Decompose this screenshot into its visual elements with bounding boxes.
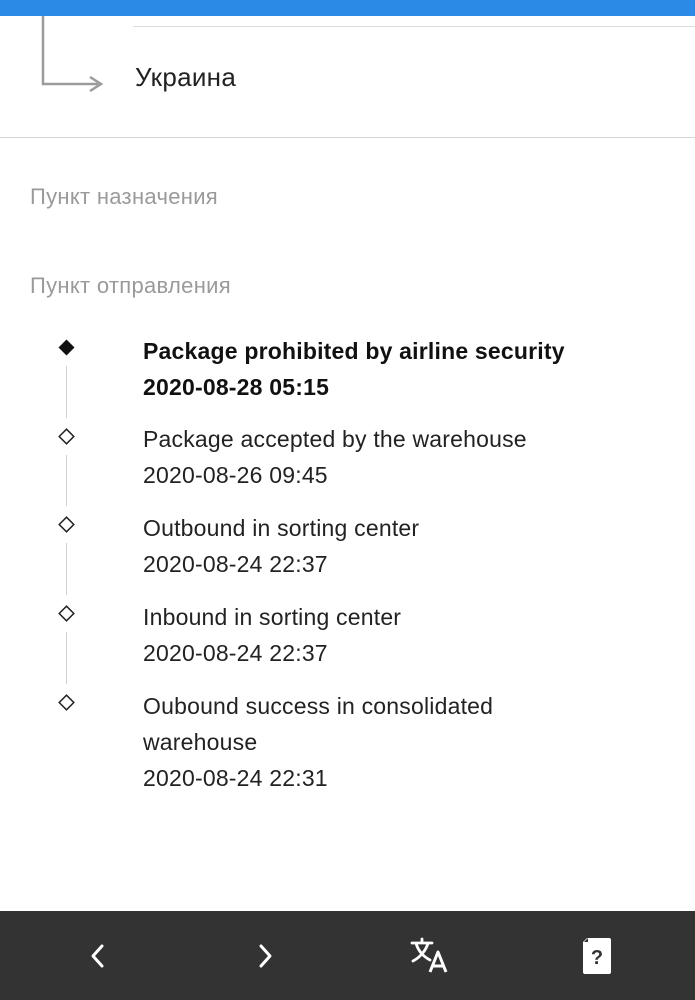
tracking-event: Inbound in sorting center 2020-08-24 22:…: [143, 599, 663, 671]
event-time: 2020-08-24 22:37: [143, 551, 328, 577]
tracking-event: Package prohibited by airline security 2…: [143, 333, 663, 405]
help-button[interactable]: ?: [567, 911, 627, 1000]
tracking-timeline: Package prohibited by airline security 2…: [0, 0, 695, 1000]
tracking-page: Украина Пункт назначения Пункт отправлен…: [0, 0, 695, 1000]
event-description: Oubound success in consolidated warehous…: [143, 693, 494, 755]
event-description: Package accepted by the warehouse: [143, 426, 527, 452]
event-time: 2020-08-24 22:31: [143, 765, 328, 791]
timeline-marker-icon: [58, 694, 75, 711]
timeline-connector: [66, 366, 67, 418]
help-card-icon: ?: [583, 937, 611, 974]
event-description: Outbound in sorting center: [143, 515, 420, 541]
event-time: 2020-08-24 22:37: [143, 640, 328, 666]
timeline-connector: [66, 455, 67, 506]
chevron-right-icon: [259, 944, 272, 967]
timeline-marker-icon: [58, 428, 75, 445]
timeline-current-marker-icon: [58, 339, 75, 356]
event-description: Inbound in sorting center: [143, 604, 402, 630]
bottom-toolbar: ?: [0, 911, 695, 1000]
back-button[interactable]: [68, 911, 128, 1000]
event-description: Package prohibited by airline security: [143, 338, 565, 364]
timeline-connector: [66, 632, 67, 684]
tracking-event: Oubound success in consolidated warehous…: [143, 688, 583, 796]
timeline-connector: [66, 543, 67, 595]
translate-button[interactable]: [400, 911, 460, 1000]
forward-button[interactable]: [235, 911, 295, 1000]
tracking-event: Package accepted by the warehouse 2020-0…: [143, 421, 663, 493]
svg-text:?: ?: [591, 947, 603, 969]
translate-icon: [410, 937, 448, 973]
timeline-marker-icon: [58, 516, 75, 533]
event-time: 2020-08-26 09:45: [143, 462, 328, 488]
tracking-event: Outbound in sorting center 2020-08-24 22…: [143, 510, 663, 582]
timeline-marker-icon: [58, 605, 75, 622]
event-time: 2020-08-28 05:15: [143, 374, 330, 400]
chevron-left-icon: [91, 944, 104, 967]
